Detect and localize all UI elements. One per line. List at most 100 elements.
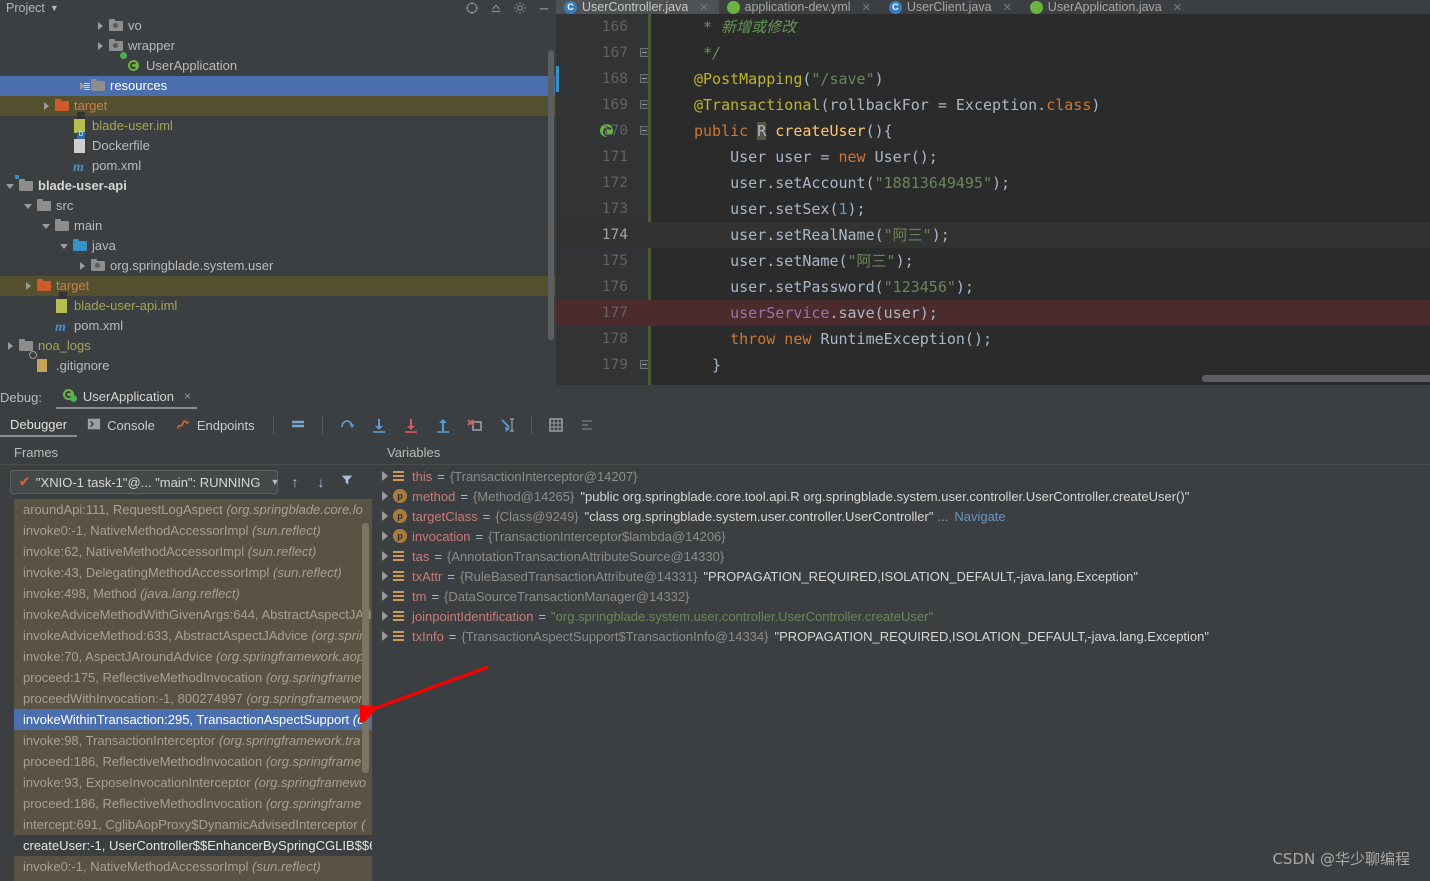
project-tree-item[interactable]: blade-user-api bbox=[0, 174, 555, 196]
editor-code-area[interactable]: 166 * 新增或修改167 */168@PostMapping("/save"… bbox=[556, 14, 1430, 385]
variable-row[interactable]: tm = {DataSourceTransactionManager@14332} bbox=[373, 586, 1430, 606]
expand-arrow-icon[interactable] bbox=[379, 569, 393, 583]
expand-arrow-icon[interactable] bbox=[379, 549, 393, 563]
expand-arrow-icon[interactable] bbox=[379, 509, 393, 523]
close-icon[interactable]: ✕ bbox=[862, 1, 871, 14]
variable-row[interactable]: txInfo = {TransactionAspectSupport$Transac… bbox=[373, 626, 1430, 646]
stack-frame-row[interactable]: createUser:-1, UserController$$EnhancerB… bbox=[14, 835, 372, 856]
code-line[interactable]: 172 user.setAccount("18813649495"); bbox=[556, 170, 1430, 196]
close-icon[interactable]: ✕ bbox=[1173, 1, 1182, 14]
chevron-down-icon[interactable]: ▼ bbox=[50, 3, 59, 13]
editor-tab-bar[interactable]: C UserController.java ✕ application-dev.yml… bbox=[556, 0, 1430, 14]
tree-expand-arrow[interactable] bbox=[42, 101, 53, 112]
project-tree-item[interactable]: wrapper bbox=[0, 36, 555, 56]
debugger-toolbar[interactable]: Debugger Console Endpoints bbox=[0, 411, 1430, 439]
tree-expand-arrow[interactable] bbox=[6, 341, 17, 352]
call-stack-frames-list[interactable]: aroundApi:111, RequestLogAspect (org.spr… bbox=[14, 499, 372, 881]
stack-frame-row[interactable]: invoke0:-1, NativeMethodAccessorImpl (su… bbox=[14, 520, 372, 541]
down-arrow-icon[interactable]: ↓ bbox=[312, 473, 330, 491]
variable-row[interactable]: tas = {AnnotationTransactionAttributeSourc… bbox=[373, 546, 1430, 566]
code-line[interactable]: 175 user.setName("阿三"); bbox=[556, 248, 1430, 274]
project-tree-item[interactable]: src bbox=[0, 196, 555, 216]
project-tree-item[interactable]: org.springblade.system.user bbox=[0, 256, 555, 276]
step-over-icon[interactable] bbox=[338, 416, 356, 434]
code-line[interactable]: 168 @PostMapping("/save") bbox=[556, 66, 1430, 92]
stack-frame-row[interactable]: invokeAdviceMethodWithGivenArgs:644, Abs… bbox=[14, 604, 372, 625]
tree-expand-arrow[interactable] bbox=[6, 181, 17, 192]
layout-settings-icon[interactable] bbox=[289, 416, 307, 434]
force-step-into-icon[interactable] bbox=[402, 416, 420, 434]
up-arrow-icon[interactable]: ↑ bbox=[286, 473, 304, 491]
evaluate-expression-icon[interactable] bbox=[547, 416, 565, 434]
tree-expand-arrow[interactable] bbox=[24, 361, 35, 372]
stack-frame-row[interactable]: proceed:186, ReflectiveMethodInvocation … bbox=[14, 793, 372, 814]
frames-scrollbar-thumb[interactable] bbox=[362, 523, 369, 773]
variable-row[interactable]: p method = {Method@14265} "public org.spring… bbox=[373, 486, 1430, 506]
expand-arrow-icon[interactable] bbox=[379, 489, 393, 503]
thread-dropdown[interactable]: ✔ "XNIO-1 task-1"@... "main": RUNNING ▼ bbox=[10, 470, 279, 494]
run-to-cursor-icon[interactable] bbox=[498, 416, 516, 434]
tree-expand-arrow[interactable] bbox=[24, 201, 35, 212]
stack-frame-row[interactable]: invoke:62, NativeMethodAccessorImpl (sun… bbox=[14, 877, 372, 881]
project-tree-item[interactable]: .gitignore bbox=[0, 351, 555, 376]
expand-arrow-icon[interactable] bbox=[379, 529, 393, 543]
code-line[interactable]: 177 userService.save(user); bbox=[556, 300, 1430, 326]
variable-row[interactable]: txAttr = {RuleBasedTransactionAttribute@14… bbox=[373, 566, 1430, 586]
code-line[interactable]: 166 * 新增或修改 bbox=[556, 14, 1430, 40]
stack-frame-row[interactable]: aroundApi:111, RequestLogAspect (org.spr… bbox=[14, 499, 372, 520]
editor-tab[interactable]: C UserClient.java ✕ bbox=[881, 0, 1022, 14]
project-tree-item[interactable]: java bbox=[0, 236, 555, 256]
chevron-down-icon[interactable]: ▼ bbox=[270, 477, 279, 487]
tree-expand-arrow[interactable] bbox=[96, 21, 107, 32]
project-tree-item[interactable]: target bbox=[0, 276, 555, 296]
expand-arrow-icon[interactable] bbox=[379, 629, 393, 643]
editor-tab[interactable]: application-dev.yml ✕ bbox=[719, 0, 881, 14]
project-tree-item[interactable]: m pom.xml bbox=[0, 316, 555, 336]
project-scrollbar-thumb[interactable] bbox=[548, 50, 554, 340]
project-tree-item[interactable]: noa_logs bbox=[0, 336, 555, 356]
minimize-icon[interactable] bbox=[537, 1, 551, 15]
tree-expand-arrow[interactable] bbox=[42, 321, 53, 332]
debug-tab-endpoints[interactable]: Endpoints bbox=[165, 414, 265, 437]
tree-expand-arrow[interactable] bbox=[78, 261, 89, 272]
tree-expand-arrow[interactable] bbox=[60, 141, 71, 152]
stack-frame-row[interactable]: proceedWithInvocation:-1, 800274997 (org… bbox=[14, 688, 372, 709]
debug-tab-debugger[interactable]: Debugger bbox=[0, 414, 78, 437]
step-out-icon[interactable] bbox=[434, 416, 452, 434]
code-line[interactable]: 174 user.setRealName("阿三"); bbox=[556, 222, 1430, 248]
code-line[interactable]: 171 User user = new User(); bbox=[556, 144, 1430, 170]
drop-frame-icon[interactable] bbox=[466, 416, 484, 434]
debug-session-tab[interactable]: UserApplication × bbox=[55, 386, 197, 409]
code-line[interactable]: 176 user.setPassword("123456"); bbox=[556, 274, 1430, 300]
tree-expand-arrow[interactable] bbox=[60, 241, 71, 252]
stack-frame-row[interactable]: invoke:98, TransactionInterceptor (org.s… bbox=[14, 730, 372, 751]
editor-horizontal-scrollbar[interactable] bbox=[1202, 375, 1430, 382]
tree-expand-arrow[interactable] bbox=[24, 281, 35, 292]
tree-expand-arrow[interactable] bbox=[42, 221, 53, 232]
stack-frame-row[interactable]: intercept:691, CglibAopProxy$DynamicAdvi… bbox=[14, 814, 372, 835]
project-tree-item[interactable]: UserApplication bbox=[0, 52, 555, 76]
project-tree-item[interactable]: D Dockerfile bbox=[0, 132, 555, 156]
variable-row[interactable]: p targetClass = {Class@9249} "class org.spri… bbox=[373, 506, 1430, 526]
tree-expand-arrow[interactable] bbox=[96, 41, 107, 52]
tree-expand-arrow[interactable] bbox=[60, 121, 71, 132]
stack-frame-row[interactable]: invoke:498, Method (java.lang.reflect) bbox=[14, 583, 372, 604]
editor-tab[interactable]: UserApplication.java ✕ bbox=[1022, 0, 1192, 14]
collapse-all-icon[interactable] bbox=[489, 1, 503, 15]
stack-frame-row[interactable]: invoke:62, NativeMethodAccessorImpl (sun… bbox=[14, 541, 372, 562]
navigate-link[interactable]: Navigate bbox=[954, 509, 1005, 524]
editor-tab[interactable]: C UserController.java ✕ bbox=[556, 0, 719, 14]
project-tree-item[interactable]: resources bbox=[0, 76, 555, 96]
variable-row[interactable]: this = {TransactionInterceptor@14207} bbox=[373, 466, 1430, 486]
variable-row[interactable]: joinpointIdentification = "org.springblade… bbox=[373, 606, 1430, 626]
code-line[interactable]: 170 public R createUser(){ bbox=[556, 118, 1430, 144]
locate-icon[interactable] bbox=[465, 1, 479, 15]
code-line[interactable]: 169 @Transactional(rollbackFor = Exceptio… bbox=[556, 92, 1430, 118]
close-icon[interactable]: ✕ bbox=[1003, 1, 1012, 14]
variables-list[interactable]: this = {TransactionInterceptor@14207} p meth… bbox=[373, 466, 1430, 881]
debug-tab-console[interactable]: Console bbox=[77, 414, 165, 437]
tree-expand-arrow[interactable] bbox=[42, 301, 53, 312]
stack-frame-row[interactable]: proceed:175, ReflectiveMethodInvocation … bbox=[14, 667, 372, 688]
sort-values-icon[interactable] bbox=[579, 416, 597, 434]
expand-arrow-icon[interactable] bbox=[379, 609, 393, 623]
